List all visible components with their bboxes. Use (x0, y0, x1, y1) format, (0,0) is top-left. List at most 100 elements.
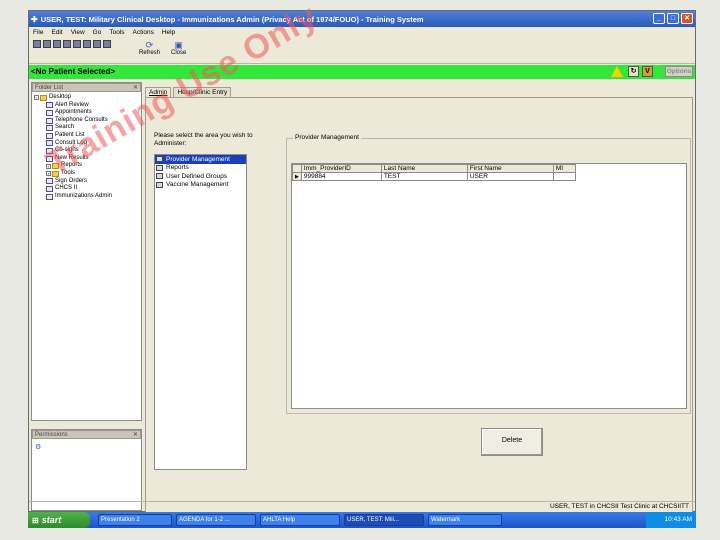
menu-view[interactable]: View (71, 29, 85, 36)
refresh-button[interactable]: ⟳ Refresh (139, 40, 160, 56)
tree-item[interactable]: Sign Orders (32, 178, 141, 186)
col-first-name[interactable]: First Name (466, 164, 554, 173)
admin-list-item[interactable]: User Defined Groups (155, 172, 246, 181)
tree-item[interactable]: Patient List (32, 132, 141, 140)
tree-item[interactable]: Search (32, 124, 141, 132)
folder-icon (52, 170, 59, 177)
admin-item-icon (156, 156, 163, 163)
admin-list-item[interactable]: Reports (155, 164, 246, 173)
patient-bar: <No Patient Selected> ↻ V Options (29, 65, 695, 79)
doc-icon (46, 155, 53, 162)
taskbar: ⊞ start Presentation 2 AGENDA for 1-2 ..… (28, 512, 696, 528)
close-window-button[interactable]: ✕ (681, 13, 693, 24)
title-bar[interactable]: ✚ USER, TEST: Military Clinical Desktop … (29, 11, 695, 27)
tree-item[interactable]: − Desktop (32, 94, 141, 102)
menu-bar: File Edit View Go Tools Actions Help (29, 27, 695, 38)
row-selector-icon[interactable]: ▶ (292, 172, 302, 181)
cell-first-name[interactable]: USER (466, 172, 554, 181)
system-tray: 10:43 AM (646, 512, 696, 528)
minimize-button[interactable]: _ (653, 13, 665, 24)
col-mi[interactable]: MI (552, 164, 576, 173)
task-user-test[interactable]: USER, TEST: Mili... (344, 514, 424, 526)
toolbar-small-icons (33, 40, 111, 48)
close-button[interactable]: ▣ Close (171, 40, 186, 56)
expander-icon[interactable]: + (46, 171, 51, 177)
cell-last-name[interactable]: TEST (380, 172, 468, 181)
folder-icon (40, 94, 47, 101)
col-last-name[interactable]: Last Name (380, 164, 468, 173)
grid-header-row: Imm_ProviderID Last Name First Name MI (292, 164, 576, 173)
menu-file[interactable]: File (33, 29, 43, 36)
toolbar-icon-6[interactable] (83, 40, 91, 48)
tree-item[interactable]: + Tools (32, 170, 141, 178)
menu-actions[interactable]: Actions (133, 29, 154, 36)
warning-icon[interactable] (611, 66, 623, 77)
col-imm-provider-id[interactable]: Imm_ProviderID (300, 164, 382, 173)
admin-item-label: Reports (166, 164, 189, 172)
toolbar-icon-3[interactable] (53, 40, 61, 48)
admin-list-item[interactable]: Vaccine Management (155, 181, 246, 190)
task-ahlta-help[interactable]: AHLTA Help (260, 514, 340, 526)
maximize-button[interactable]: □ (667, 13, 679, 24)
tree-item[interactable]: Co-signs (32, 147, 141, 155)
tree-item[interactable]: CHCS II (32, 185, 141, 193)
tree-item[interactable]: + Reports (32, 162, 141, 170)
provider-management-group: Provider Management Imm_ProviderID Last … (286, 134, 691, 414)
tree-item[interactable]: Telephone Consults (32, 117, 141, 125)
permissions-title: Permissions (35, 432, 68, 438)
tree-item-label: Sign Orders (55, 177, 88, 184)
toolbar-icon-8[interactable] (103, 40, 111, 48)
folder-list-header: Folder List ✕ (32, 83, 141, 92)
cell-mi[interactable] (552, 172, 576, 181)
admin-list-item[interactable]: Provider Management (155, 155, 246, 164)
expander-icon[interactable]: − (34, 95, 39, 101)
tree-item[interactable]: Consult Log (32, 140, 141, 148)
status-bar: USER, TEST in CHCSII Test Clinic at CHCS… (29, 501, 695, 511)
toolbar-icon-2[interactable] (43, 40, 51, 48)
toolbar-icon-4[interactable] (63, 40, 71, 48)
window-title: USER, TEST: Military Clinical Desktop - … (40, 14, 424, 24)
expander-icon[interactable]: + (46, 163, 51, 169)
close-panel-icon[interactable]: ✕ (133, 431, 138, 439)
provider-grid[interactable]: Imm_ProviderID Last Name First Name MI ▶… (291, 163, 687, 409)
tree-item[interactable]: Alert Review (32, 102, 141, 110)
tree-item[interactable]: Appointments (32, 109, 141, 117)
toolbar-icon-5[interactable] (73, 40, 81, 48)
cell-provider-id[interactable]: 999884 (300, 172, 382, 181)
menu-tools[interactable]: Tools (109, 29, 124, 36)
refresh-patient-icon[interactable]: ↻ (628, 66, 639, 77)
tab-admin[interactable]: Admin (145, 87, 172, 97)
task-agenda[interactable]: AGENDA for 1-2 ... (176, 514, 256, 526)
start-button[interactable]: ⊞ start (28, 512, 90, 528)
toolbar-icon-7[interactable] (93, 40, 101, 48)
admin-prompt: Please select the area you wish to Admin… (154, 132, 253, 147)
tree-item[interactable]: Immunizations Admin (32, 193, 141, 201)
tab-hosp-clinic-entry[interactable]: Hosp/Clinic Entry (173, 87, 232, 97)
delete-button[interactable]: Delete (481, 428, 543, 456)
task-watermark[interactable]: Watermark (428, 514, 502, 526)
tree-item[interactable]: New Results (32, 155, 141, 163)
close-panel-icon[interactable]: ✕ (133, 84, 138, 92)
toolbar-icon-1[interactable] (33, 40, 41, 48)
menu-help[interactable]: Help (162, 29, 175, 36)
options-button[interactable]: Options (665, 66, 693, 77)
application-window: ✚ USER, TEST: Military Clinical Desktop … (28, 10, 696, 513)
admin-item-label: Vaccine Management (166, 181, 229, 189)
patient-status: <No Patient Selected> (31, 67, 116, 76)
doc-icon (46, 147, 53, 154)
v-icon[interactable]: V (642, 66, 653, 77)
admin-item-label: Provider Management (166, 155, 230, 163)
admin-item-icon (156, 173, 163, 180)
tab-strip: Admin Hosp/Clinic Entry (145, 87, 693, 97)
doc-icon (46, 193, 53, 200)
close-icon: ▣ (174, 40, 183, 50)
menu-go[interactable]: Go (93, 29, 102, 36)
table-row[interactable]: ▶ 999884 TEST USER (292, 172, 576, 181)
tree-item-label: Reports (61, 162, 83, 169)
folder-list-panel: Folder List ✕ − Desktop Alert Review Appoin… (31, 82, 142, 421)
tree-item-label: Immunizations Admin (55, 192, 113, 199)
doc-icon (46, 109, 53, 116)
task-presentation[interactable]: Presentation 2 (98, 514, 172, 526)
permissions-icon[interactable]: ⚙ (35, 443, 41, 451)
menu-edit[interactable]: Edit (51, 29, 62, 36)
